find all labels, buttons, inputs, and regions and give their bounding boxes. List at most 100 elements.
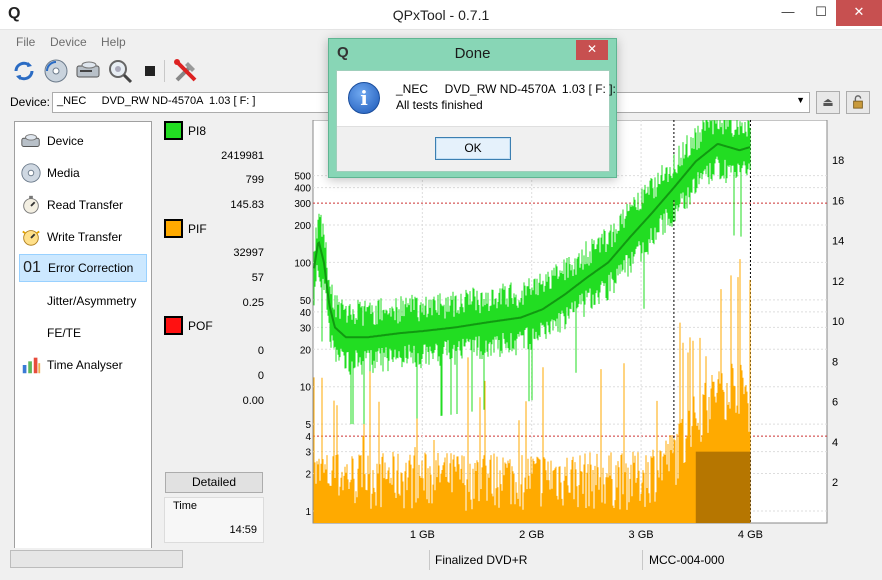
ok-button[interactable]: OK [435,137,511,160]
status-bar: Finalized DVD+R MCC-004-000 [0,548,882,580]
device-value: _NEC DVD_RW ND-4570A 1.03 [ F: ] [57,95,256,107]
pif-label: PIF [188,222,207,236]
y2-tick-label: 8 [832,356,838,368]
progress-bar [10,550,183,568]
y-tick-label: 10 [300,383,312,394]
pif-avg: 0.25 [242,297,264,309]
time-box: Time 14:59 [164,497,264,543]
status-separator [642,550,643,570]
y2-tick-label: 18 [832,155,844,167]
y-tick-label: 400 [294,184,311,195]
sidebar-item-label: Error Correction [48,261,134,275]
y2-tick-label: 4 [832,437,838,449]
dialog-footer: OK [337,126,609,171]
dialog-close-button[interactable]: ✕ [576,40,608,60]
sidebar-item-read-transfer[interactable]: Read Transfer [19,191,147,219]
sidebar-item-fe-te[interactable]: FE/TE [19,319,147,347]
stop-icon[interactable] [138,57,166,85]
error-correction-icon: 01 [23,259,41,276]
sidebar-item-label: FE/TE [47,326,82,340]
pif-dense-region [695,451,751,523]
sidebar-item-label: Read Transfer [47,198,124,212]
menu-device[interactable]: Device [50,35,87,49]
time-value: 14:59 [229,524,257,536]
dialog-title: Done [454,45,491,62]
dialog-message-device: _NEC DVD_RW ND-4570A 1.03 [ F: ]: [396,82,616,96]
y-tick-label: 4 [305,432,311,443]
time-label: Time [173,500,198,512]
x-axis: 1 GB 2 GB 3 GB 4 GB [410,529,763,541]
y2-tick-label: 6 [832,397,838,409]
done-dialog: Q Done ✕ i _NEC DVD_RW ND-4570A 1.03 [ F… [328,38,617,178]
eject-icon[interactable]: ⏏ [816,91,840,114]
sidebar-item-error-correction[interactable]: 01 Error Correction [19,254,147,282]
sidebar-item-write-transfer[interactable]: Write Transfer [19,223,147,251]
pi8-color-swatch [164,121,183,140]
y2-tick-label: 10 [832,316,844,328]
sidebar-item-jitter-asymmetry[interactable]: Jitter/Asymmetry [19,287,147,315]
pof-avg: 0.00 [242,395,264,407]
disc-icon [19,161,43,185]
close-button[interactable]: ✕ [836,0,882,26]
pof-label: POF [188,319,213,333]
read-transfer-icon [19,193,43,217]
y-tick-label: 200 [294,221,311,232]
y-tick-label: 2 [305,470,311,481]
toolbar-separator [164,60,165,82]
pof-max: 0 [257,370,264,382]
pi8-label: PI8 [188,124,207,138]
y2-tick-label: 16 [832,195,844,207]
sidebar-item-label: Jitter/Asymmetry [47,294,137,308]
test-sidebar: Device Media Read Transfer Write Transfe… [14,121,152,567]
sidebar-item-label: Media [47,166,80,180]
menu-help[interactable]: Help [101,35,126,49]
scan-icon[interactable] [106,57,134,85]
pi8-total: 2419981 [221,150,264,162]
x-tick-label: 2 GB [519,529,544,541]
x-tick-label: 1 GB [410,529,435,541]
y-tick-label: 40 [300,308,312,319]
y-tick-label: 500 [294,172,311,183]
pif-color-swatch [164,219,183,238]
drive-icon[interactable] [74,57,102,85]
sidebar-item-time-analyser[interactable]: Time Analyser [19,351,147,379]
media-id: MCC-004-000 [649,553,725,567]
menu-file[interactable]: File [16,35,35,49]
device-label: Device: [10,95,51,109]
maximize-button[interactable]: ☐ [805,0,837,26]
pif-total: 32997 [233,247,264,259]
y-axis-left: 500400 300 200 100 5040 30 20 10 54 3 2 1 [294,172,311,518]
write-transfer-icon [19,225,43,249]
y-tick-label: 5 [305,420,311,431]
pof-color-swatch [164,316,183,335]
media-type: Finalized DVD+R [435,553,528,567]
detailed-button[interactable]: Detailed [165,472,263,493]
error-correction-chart: 500400300200100504030201054321 181614121… [294,120,844,541]
sidebar-item-label: Device [47,134,84,148]
y2-tick-label: 2 [832,477,838,489]
lock-icon[interactable] [846,91,870,114]
y-tick-label: 30 [300,323,312,334]
pi8-avg: 145.83 [230,199,264,211]
minimize-button[interactable]: — [772,0,804,26]
chevron-down-icon: ▼ [796,95,805,105]
y-axis-right: 18 16 14 12 10 8 6 4 2 [832,155,844,489]
sidebar-item-media[interactable]: Media [19,159,147,187]
pof-total: 0 [257,345,264,357]
y-tick-label: 300 [294,199,311,210]
status-separator [429,550,430,570]
stats-panel: PI8 2419981 799 145.83 PIF 32997 57 0.25… [160,121,268,567]
tools-icon[interactable] [172,57,200,85]
sidebar-item-device[interactable]: Device [19,127,147,155]
dialog-body: i _NEC DVD_RW ND-4570A 1.03 [ F: ]: All … [336,70,616,172]
title-bar: Q QPxTool - 0.7.1 — ☐ ✕ [0,0,882,30]
info-icon: i [348,82,380,114]
x-tick-label: 3 GB [629,529,654,541]
y-tick-label: 50 [300,296,312,307]
refresh-icon[interactable] [10,57,38,85]
media-icon[interactable] [42,57,70,85]
pif-max: 57 [251,272,264,284]
dialog-message-status: All tests finished [396,98,483,112]
y-tick-label: 3 [305,448,311,459]
y2-tick-label: 12 [832,276,844,288]
